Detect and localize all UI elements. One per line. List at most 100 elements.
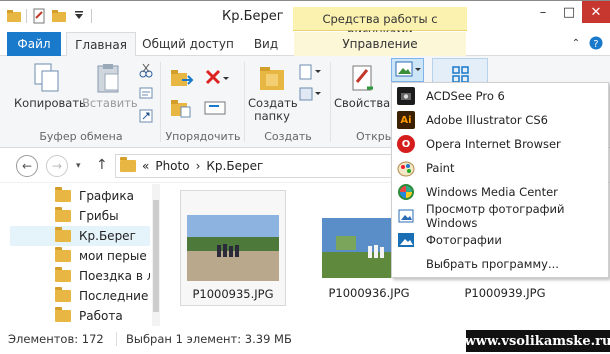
create-group-label: Создать bbox=[264, 130, 312, 143]
opera-icon: O bbox=[397, 135, 415, 153]
menu-item-media-center[interactable]: Windows Media Center bbox=[392, 180, 608, 204]
breadcrumb-photo[interactable]: Photo bbox=[155, 159, 189, 173]
properties-icon[interactable] bbox=[31, 8, 47, 24]
address-box[interactable]: « Photo › Кр.Берег bbox=[115, 154, 415, 178]
photos-icon bbox=[397, 231, 415, 249]
menu-item-acdsee[interactable]: ACDSee Pro 6 bbox=[392, 84, 608, 108]
minimize-button[interactable]: – bbox=[530, 1, 556, 23]
group-divider bbox=[244, 62, 245, 142]
open-with-dropdown-button[interactable] bbox=[391, 58, 424, 82]
new-folder-icon[interactable] bbox=[51, 8, 67, 24]
ribbon-collapse-icon[interactable]: ⌃ bbox=[568, 32, 584, 56]
address-overflow[interactable]: « bbox=[142, 159, 149, 173]
photo-thumbnail bbox=[187, 215, 279, 281]
menu-item-photos[interactable]: Фотографии bbox=[392, 228, 608, 252]
move-to-button[interactable] bbox=[170, 68, 196, 93]
new-item-icon bbox=[299, 64, 321, 80]
menu-item-label: Фотографии bbox=[426, 233, 502, 247]
folder-icon[interactable] bbox=[6, 8, 22, 24]
easy-access-button[interactable] bbox=[298, 86, 322, 105]
menu-item-label: Выбрать программу... bbox=[426, 257, 559, 271]
folder-icon bbox=[55, 307, 71, 322]
new-folder-icon bbox=[260, 67, 284, 90]
forward-button[interactable]: → bbox=[46, 155, 68, 177]
back-button[interactable]: ← bbox=[16, 155, 38, 177]
menu-item-label: Windows Media Center bbox=[426, 185, 558, 199]
media-center-icon bbox=[397, 183, 415, 201]
sidebar-item-label: Грибы bbox=[79, 209, 119, 223]
sidebar-item[interactable]: Графика bbox=[10, 186, 150, 206]
menu-item-photo-viewer[interactable]: Просмотр фотографий Windows bbox=[392, 202, 608, 230]
paste-shortcut-icon[interactable] bbox=[138, 108, 154, 124]
navigation-pane: Графика Грибы Кр.Берег мои перые Поездка… bbox=[0, 184, 152, 326]
folder-icon bbox=[55, 187, 71, 202]
paste-label: Вставить bbox=[82, 96, 138, 110]
up-icon[interactable]: ↑ bbox=[96, 157, 108, 173]
paste-icon bbox=[97, 64, 119, 93]
folder-icon bbox=[120, 157, 136, 172]
tab-share[interactable]: Общий доступ bbox=[142, 32, 234, 56]
cut-icon[interactable] bbox=[138, 62, 154, 78]
breadcrumb-current[interactable]: Кр.Берег bbox=[206, 159, 263, 173]
sidebar-item[interactable]: Работа bbox=[10, 306, 150, 326]
menu-item-choose-program[interactable]: Выбрать программу... bbox=[392, 252, 608, 276]
menu-item-label: Paint bbox=[426, 161, 455, 175]
tab-home[interactable]: Главная bbox=[66, 32, 136, 57]
menu-item-paint[interactable]: Paint bbox=[392, 156, 608, 180]
menu-item-label: Просмотр фотографий Windows bbox=[426, 202, 565, 230]
photo-viewer-icon bbox=[395, 61, 421, 77]
copy-to-button[interactable] bbox=[170, 98, 196, 123]
svg-text:?: ? bbox=[593, 39, 598, 50]
breadcrumb-separator[interactable]: › bbox=[196, 159, 201, 173]
status-divider bbox=[116, 332, 117, 346]
toolbar-divider bbox=[91, 9, 92, 23]
new-folder-button[interactable]: Создать папку bbox=[248, 62, 298, 123]
easy-access-icon bbox=[299, 87, 321, 101]
recent-locations-icon[interactable]: ▾ bbox=[76, 161, 81, 171]
copy-icon bbox=[34, 63, 59, 92]
menu-item-label: ACDSee Pro 6 bbox=[426, 89, 505, 103]
folder-icon bbox=[55, 207, 71, 222]
folder-icon bbox=[55, 227, 71, 242]
sidebar-item-label: Кр.Берег bbox=[79, 229, 136, 243]
sidebar-item-selected[interactable]: Кр.Берег bbox=[10, 226, 150, 246]
menu-item-label: Adobe Illustrator CS6 bbox=[426, 113, 548, 127]
sidebar-item[interactable]: Последние с bbox=[10, 286, 150, 306]
file-name: P1000935.JPG bbox=[192, 287, 274, 301]
file-item-selected[interactable]: P1000935.JPG bbox=[180, 190, 286, 306]
file-name: P1000939.JPG bbox=[464, 286, 546, 300]
photo-viewer-icon bbox=[397, 207, 415, 225]
sidebar-item[interactable]: Грибы bbox=[10, 206, 150, 226]
sidebar-item[interactable]: мои перые bbox=[10, 246, 150, 266]
tab-manage[interactable]: Управление bbox=[294, 32, 466, 56]
selection-info: Выбран 1 элемент: 3.39 МБ bbox=[126, 332, 292, 346]
tab-file[interactable]: Файл bbox=[7, 32, 61, 56]
item-count: Элементов: 172 bbox=[8, 332, 104, 346]
delete-icon bbox=[205, 69, 229, 85]
new-item-button[interactable] bbox=[298, 64, 322, 83]
paste-button[interactable]: Вставить bbox=[82, 62, 138, 110]
delete-button[interactable] bbox=[204, 68, 230, 93]
properties-button[interactable]: Свойства bbox=[334, 62, 390, 110]
copy-to-icon bbox=[171, 100, 191, 118]
sidebar-scrollbar-thumb[interactable] bbox=[153, 200, 159, 312]
tab-view[interactable]: Вид bbox=[246, 32, 286, 56]
menu-item-illustrator[interactable]: Ai Adobe Illustrator CS6 bbox=[392, 108, 608, 132]
sidebar-item-label: Поездка в ле bbox=[79, 269, 150, 283]
customize-dropdown-icon[interactable] bbox=[71, 8, 87, 24]
help-icon[interactable]: ? bbox=[588, 32, 604, 56]
toolbar-divider bbox=[26, 9, 27, 23]
copy-button[interactable]: Копировать bbox=[14, 62, 86, 110]
open-group-label: Откры bbox=[356, 130, 394, 143]
close-button[interactable]: ✕ bbox=[582, 1, 610, 23]
properties-label: Свойства bbox=[334, 96, 391, 110]
maximize-button[interactable]: □ bbox=[556, 1, 582, 23]
copy-path-icon[interactable] bbox=[138, 85, 154, 101]
sidebar-item[interactable]: Поездка в ле bbox=[10, 266, 150, 286]
menu-item-opera[interactable]: O Opera Internet Browser bbox=[392, 132, 608, 156]
title-bar: Кр.Берег Средства работы с рисунками – □… bbox=[0, 0, 610, 40]
rename-button[interactable] bbox=[204, 98, 230, 123]
paint-icon bbox=[397, 159, 415, 177]
open-with-menu: ACDSee Pro 6 Ai Adobe Illustrator CS6 O … bbox=[391, 82, 609, 278]
ribbon-tabs: Файл Главная Общий доступ Вид Управление… bbox=[0, 32, 610, 57]
